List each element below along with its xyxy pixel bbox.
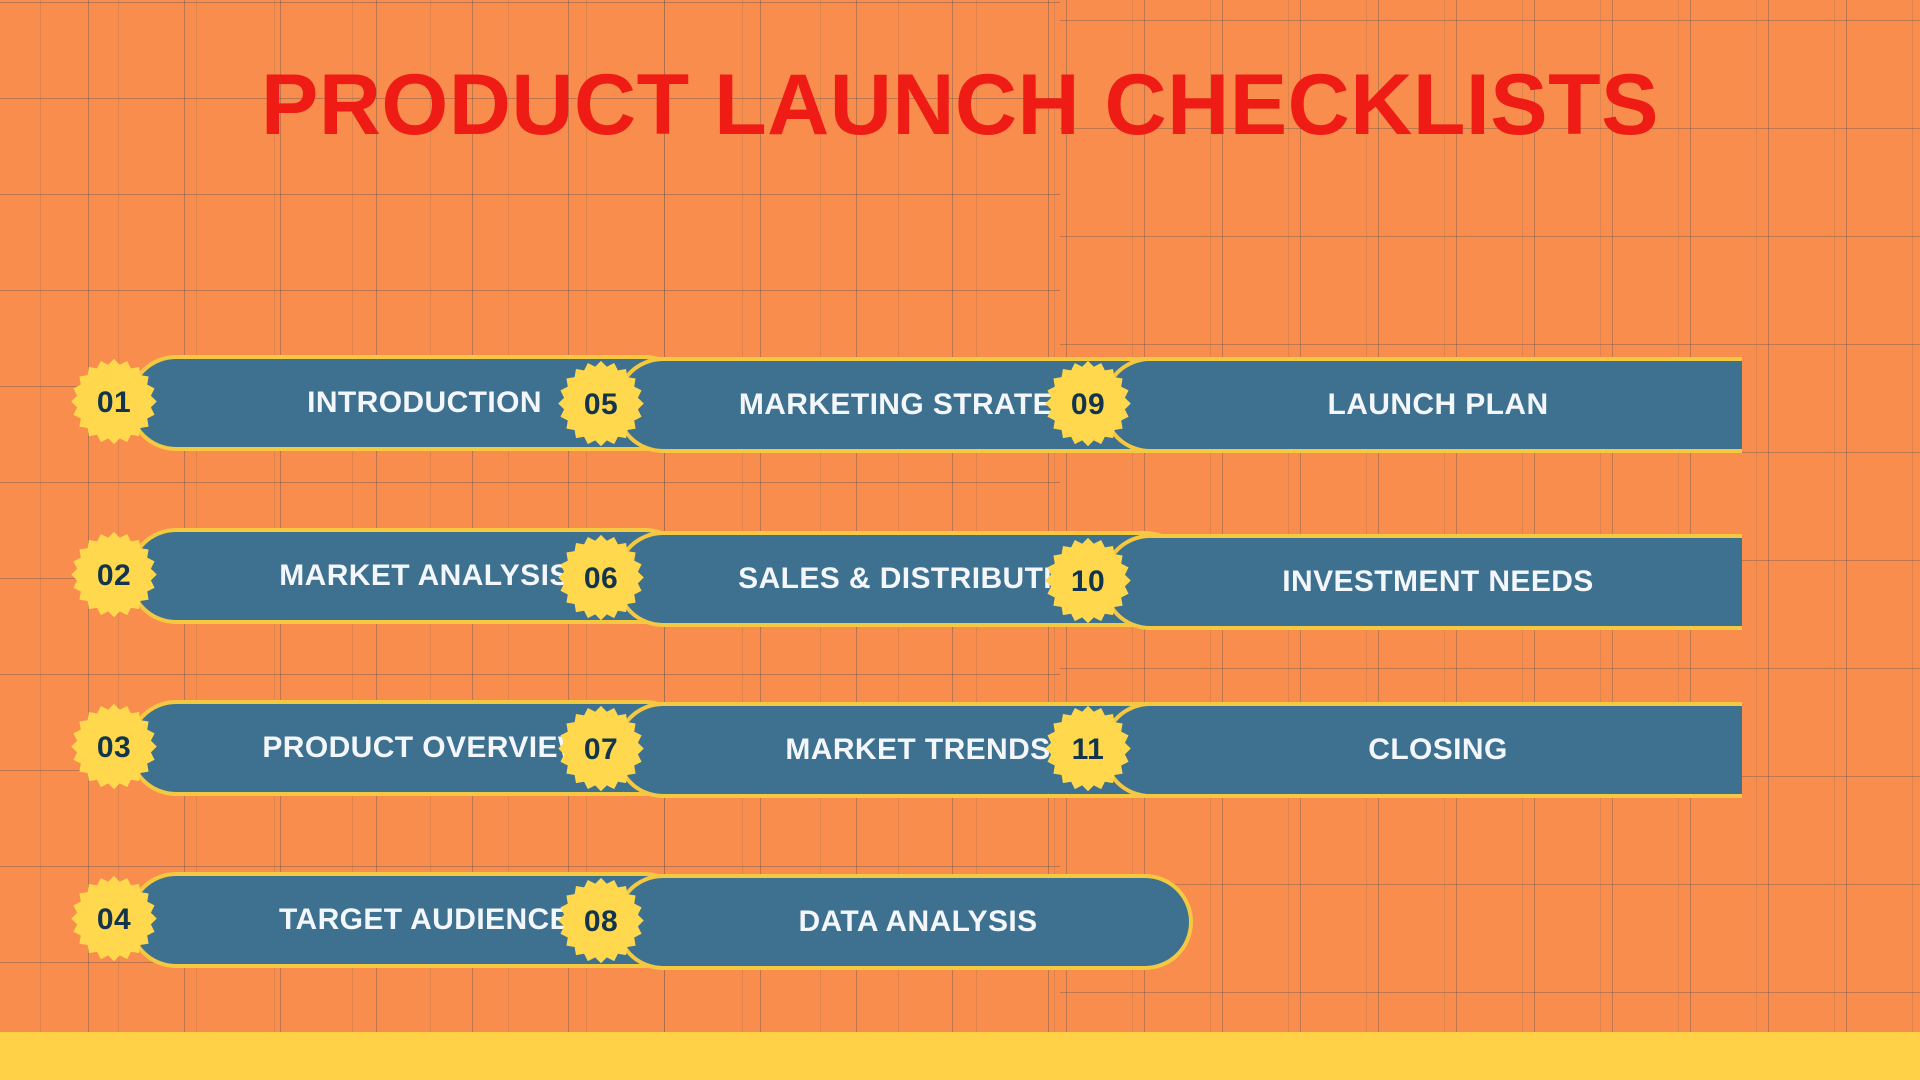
checklist-number: 11 (1071, 733, 1105, 766)
checklist-label: INTRODUCTION (307, 386, 542, 419)
starburst-badge-icon: 01 (68, 357, 160, 449)
checklist-label: MARKET TRENDS (785, 733, 1051, 766)
checklist-label: LAUNCH PLAN (1327, 388, 1549, 421)
starburst-badge-icon: 09 (1042, 359, 1134, 451)
checklist-label: PRODUCT OVERVIEW (262, 731, 587, 764)
checklist-number: 05 (583, 388, 619, 421)
starburst-badge-icon: 10 (1042, 536, 1134, 628)
checklist-number: 09 (1070, 388, 1106, 421)
checklist-number: 04 (96, 903, 132, 936)
checklist-label: MARKET ANALYSIS (279, 559, 570, 592)
checklist-number: 06 (583, 562, 619, 595)
checklist-label: TARGET AUDIENCE (279, 903, 570, 936)
bottom-accent-bar (0, 1032, 1920, 1080)
page-title: PRODUCT LAUNCH CHECKLISTS (260, 57, 1660, 153)
checklist-pill[interactable]: INVESTMENT NEEDS (1102, 534, 1742, 630)
checklist-number: 08 (583, 905, 619, 938)
starburst-badge-icon: 03 (68, 702, 160, 794)
starburst-badge-icon: 08 (555, 876, 647, 968)
checklist-label: DATA ANALYSIS (798, 905, 1038, 938)
checklist-pill[interactable]: DATA ANALYSIS (615, 874, 1193, 970)
starburst-badge-icon: 06 (555, 533, 647, 625)
starburst-badge-icon: 11 (1042, 704, 1134, 796)
checklist-number: 02 (96, 559, 132, 592)
checklist-label: INVESTMENT NEEDS (1282, 565, 1594, 598)
checklist-number: 07 (583, 733, 619, 766)
checklist-pill[interactable]: CLOSING (1102, 702, 1742, 798)
starburst-badge-icon: 05 (555, 359, 647, 451)
checklist-number: 10 (1070, 565, 1106, 598)
checklist-label: CLOSING (1368, 733, 1508, 766)
starburst-badge-icon: 04 (68, 874, 160, 966)
starburst-badge-icon: 07 (555, 704, 647, 796)
checklist-pill[interactable]: LAUNCH PLAN (1102, 357, 1742, 453)
checklist-number: 01 (96, 386, 132, 419)
starburst-badge-icon: 02 (68, 530, 160, 622)
checklist-number: 03 (96, 731, 132, 764)
slide-canvas: PRODUCT LAUNCH CHECKLISTS INTRODUCTION 0… (0, 0, 1920, 1080)
background-grid-right (1060, 0, 1920, 1035)
